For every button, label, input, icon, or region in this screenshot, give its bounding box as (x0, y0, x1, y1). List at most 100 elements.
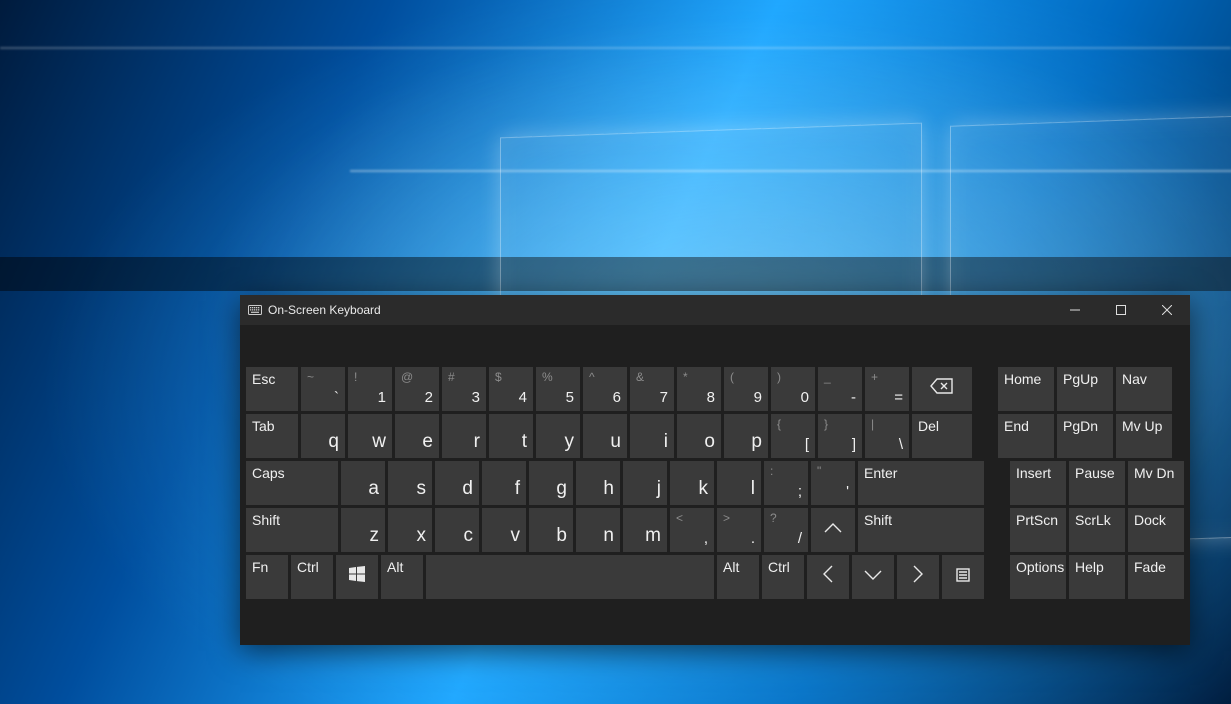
key-.[interactable]: >. (717, 508, 761, 552)
key-\[interactable]: |\ (865, 414, 909, 458)
key-j[interactable]: j (623, 461, 667, 505)
key-s[interactable]: s (388, 461, 432, 505)
key-main-label: 9 (754, 389, 762, 406)
key-main-label: [ (805, 436, 809, 453)
key-x[interactable]: x (388, 508, 432, 552)
key-space[interactable] (426, 555, 714, 599)
key-,[interactable]: <, (670, 508, 714, 552)
key-7[interactable]: &7 (630, 367, 674, 411)
key-menu[interactable] (942, 555, 984, 599)
key-3[interactable]: #3 (442, 367, 486, 411)
key-secondary-label: < (676, 511, 683, 525)
key-t[interactable]: t (489, 414, 533, 458)
key-shift-right[interactable]: Shift (858, 508, 984, 552)
key-g[interactable]: g (529, 461, 573, 505)
key-6[interactable]: ^6 (583, 367, 627, 411)
close-button[interactable] (1144, 295, 1190, 325)
key-d[interactable]: d (435, 461, 479, 505)
titlebar[interactable]: On-Screen Keyboard (240, 295, 1190, 325)
key--[interactable]: _- (818, 367, 862, 411)
key-dock[interactable]: Dock (1128, 508, 1184, 552)
key-home[interactable]: Home (998, 367, 1054, 411)
osk-window: On-Screen Keyboard Esc ~`!1@2#3$4%5^6&7*… (240, 295, 1190, 645)
key-pause[interactable]: Pause (1069, 461, 1125, 505)
key-ctrl-left[interactable]: Ctrl (291, 555, 333, 599)
key-[[interactable]: {[ (771, 414, 815, 458)
chevron-up-icon (822, 519, 844, 541)
key-alt-right[interactable]: Alt (717, 555, 759, 599)
key-`[interactable]: ~` (301, 367, 345, 411)
key-arrow-right[interactable] (897, 555, 939, 599)
key-o[interactable]: o (677, 414, 721, 458)
key-shift-left[interactable]: Shift (246, 508, 338, 552)
key-pgdn[interactable]: PgDn (1057, 414, 1113, 458)
key-esc[interactable]: Esc (246, 367, 298, 411)
key-secondary-label: ^ (589, 370, 595, 384)
key-main-label: - (851, 389, 856, 406)
key-insert[interactable]: Insert (1010, 461, 1066, 505)
key-main-label: 1 (378, 389, 386, 406)
key-options[interactable]: Options (1010, 555, 1066, 599)
key-z[interactable]: z (341, 508, 385, 552)
maximize-button[interactable] (1098, 295, 1144, 325)
key-secondary-label: ! (354, 370, 357, 384)
key-fade[interactable]: Fade (1128, 555, 1184, 599)
key-c[interactable]: c (435, 508, 479, 552)
key-u[interactable]: u (583, 414, 627, 458)
key-pgup[interactable]: PgUp (1057, 367, 1113, 411)
key-2[interactable]: @2 (395, 367, 439, 411)
key-'[interactable]: "' (811, 461, 855, 505)
minimize-button[interactable] (1052, 295, 1098, 325)
key-1[interactable]: !1 (348, 367, 392, 411)
key-secondary-label: % (542, 370, 553, 384)
key-=[interactable]: += (865, 367, 909, 411)
key-del[interactable]: Del (912, 414, 972, 458)
key-end[interactable]: End (998, 414, 1054, 458)
keyboard-area: Esc ~`!1@2#3$4%5^6&7*8(9)0_-+= Home PgUp… (240, 361, 1190, 610)
key-arrow-down[interactable] (852, 555, 894, 599)
key-ctrl-right[interactable]: Ctrl (762, 555, 804, 599)
key-8[interactable]: *8 (677, 367, 721, 411)
key-0[interactable]: )0 (771, 367, 815, 411)
key-alt-left[interactable]: Alt (381, 555, 423, 599)
key-backspace[interactable] (912, 367, 972, 411)
key-q[interactable]: q (301, 414, 345, 458)
key-mvup[interactable]: Mv Up (1116, 414, 1172, 458)
key-help[interactable]: Help (1069, 555, 1125, 599)
key-caps[interactable]: Caps (246, 461, 338, 505)
key-l[interactable]: l (717, 461, 761, 505)
key-e[interactable]: e (395, 414, 439, 458)
key-main-label: = (894, 389, 903, 406)
key-n[interactable]: n (576, 508, 620, 552)
key-w[interactable]: w (348, 414, 392, 458)
key-prtscn[interactable]: PrtScn (1010, 508, 1066, 552)
key-9[interactable]: (9 (724, 367, 768, 411)
key-4[interactable]: $4 (489, 367, 533, 411)
key-r[interactable]: r (442, 414, 486, 458)
key-enter[interactable]: Enter (858, 461, 984, 505)
key-tab[interactable]: Tab (246, 414, 298, 458)
key-secondary-label: _ (824, 370, 831, 384)
key-arrow-up[interactable] (811, 508, 855, 552)
key-h[interactable]: h (576, 461, 620, 505)
key-y[interactable]: y (536, 414, 580, 458)
key-v[interactable]: v (482, 508, 526, 552)
key-nav[interactable]: Nav (1116, 367, 1172, 411)
key-p[interactable]: p (724, 414, 768, 458)
key-win[interactable] (336, 555, 378, 599)
key-i[interactable]: i (630, 414, 674, 458)
key-f[interactable]: f (482, 461, 526, 505)
key-;[interactable]: :; (764, 461, 808, 505)
window-title: On-Screen Keyboard (268, 303, 381, 317)
key-b[interactable]: b (529, 508, 573, 552)
key-/[interactable]: ?/ (764, 508, 808, 552)
key-mvdn[interactable]: Mv Dn (1128, 461, 1184, 505)
key-5[interactable]: %5 (536, 367, 580, 411)
key-scrlk[interactable]: ScrLk (1069, 508, 1125, 552)
key-][interactable]: }] (818, 414, 862, 458)
key-k[interactable]: k (670, 461, 714, 505)
key-arrow-left[interactable] (807, 555, 849, 599)
key-fn[interactable]: Fn (246, 555, 288, 599)
key-a[interactable]: a (341, 461, 385, 505)
key-m[interactable]: m (623, 508, 667, 552)
